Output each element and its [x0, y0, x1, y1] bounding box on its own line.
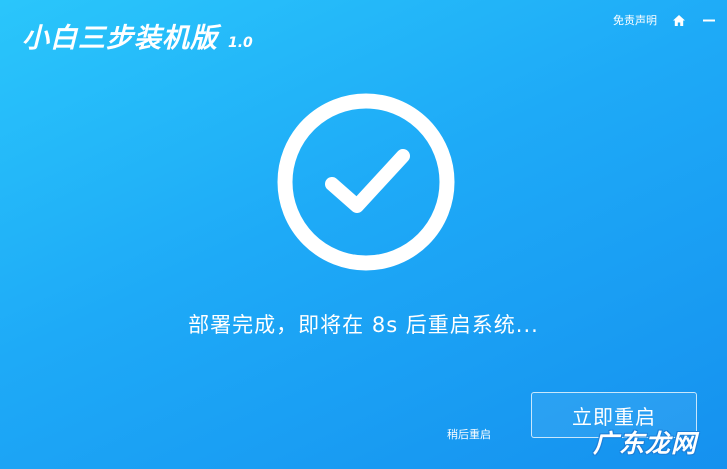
- app-title: 小白三步装机版 1.0: [22, 16, 253, 55]
- watermark-text: 广东龙网: [593, 429, 698, 458]
- title-controls: 免责声明: [613, 12, 717, 28]
- restart-later-link[interactable]: 稍后重启: [447, 426, 491, 442]
- app-name: 小白三步装机版: [22, 23, 218, 54]
- minimize-icon[interactable]: [701, 12, 717, 28]
- status-message: 部署完成，即将在 8s 后重启系统...: [188, 313, 539, 337]
- disclaimer-link[interactable]: 免责声明: [613, 12, 657, 28]
- app-version: 1.0: [228, 35, 253, 51]
- home-icon[interactable]: [671, 12, 687, 28]
- installer-window: 小白三步装机版 1.0 免责声明 部署完成，即将在 8s 后重启系统... 稍后…: [0, 0, 727, 469]
- check-circle-icon: [274, 90, 458, 274]
